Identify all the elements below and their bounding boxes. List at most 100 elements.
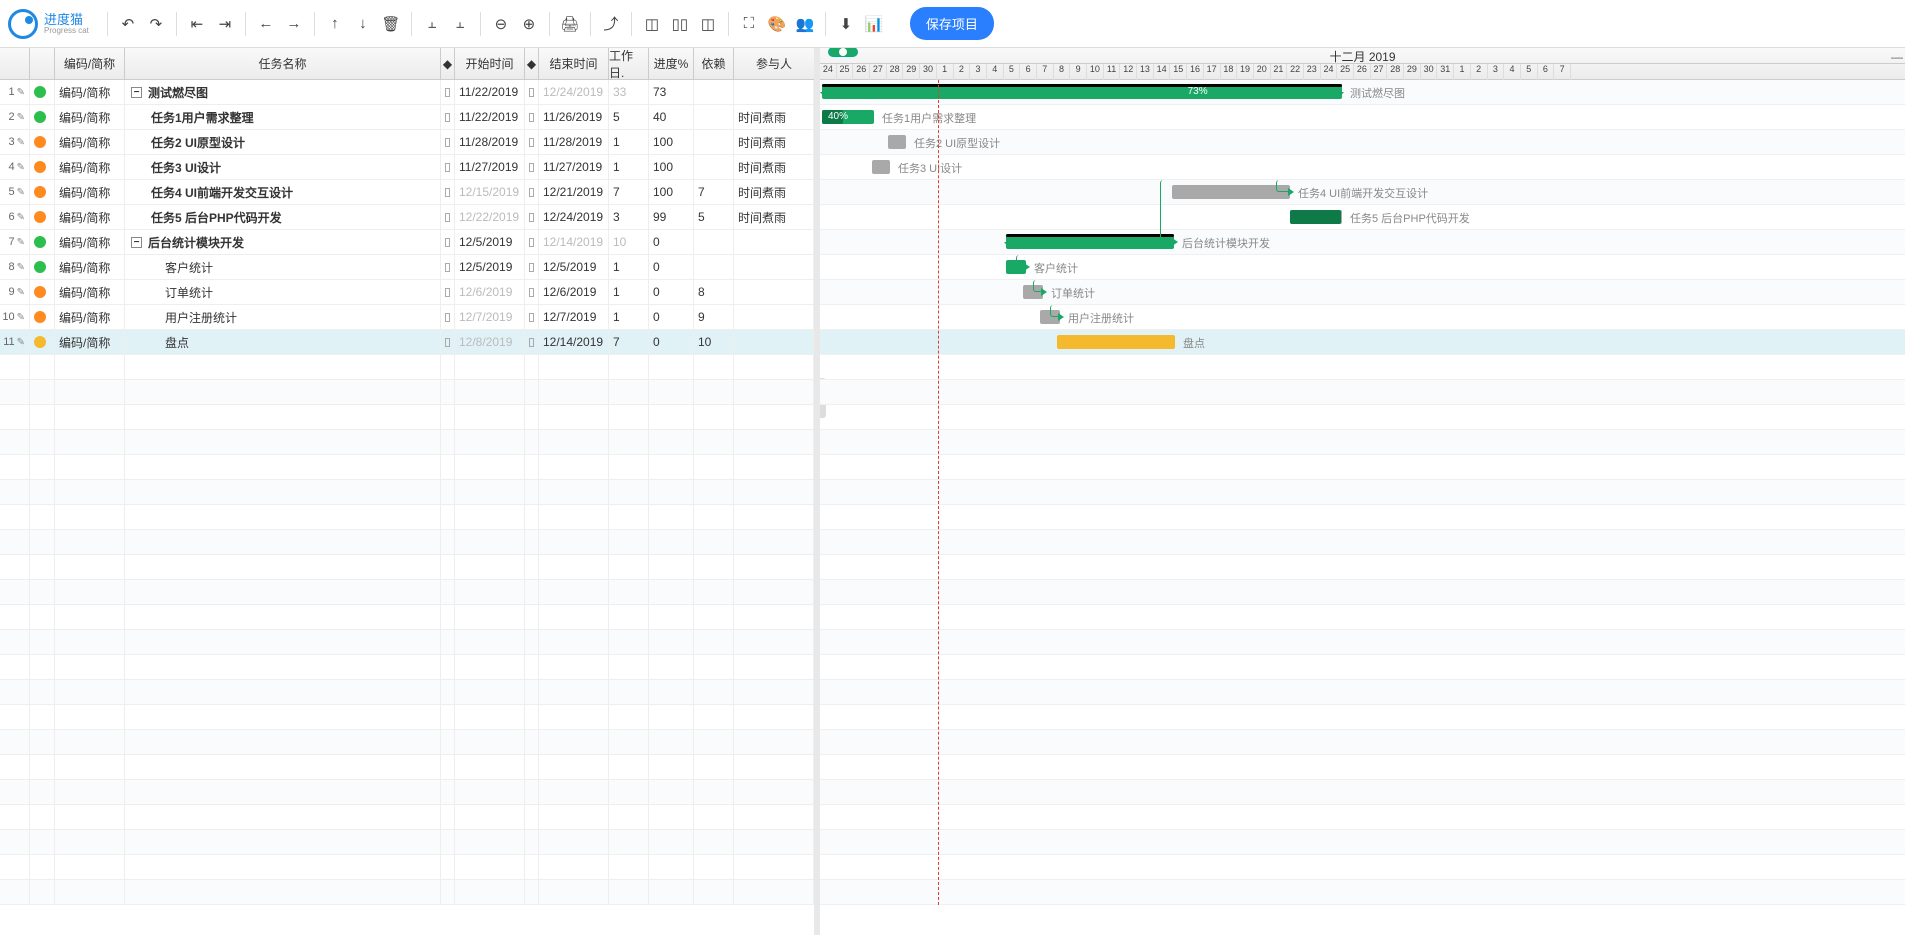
save-project-button[interactable]: 保存项目 <box>910 7 994 40</box>
edit-icon[interactable]: ✎ <box>17 137 25 148</box>
timeline-day[interactable]: 25 <box>1337 64 1354 80</box>
timeline-day[interactable]: 18 <box>1221 64 1238 80</box>
row-end[interactable]: 12/24/2019 <box>539 205 609 229</box>
row-name[interactable]: 订单统计 <box>125 280 441 304</box>
row-code[interactable]: 编码/简称 <box>55 330 125 354</box>
gantt-row[interactable]: 任务5 后台PHP代码开发 <box>820 205 1905 230</box>
timeline-day[interactable]: 6 <box>1020 64 1037 80</box>
timeline-day[interactable]: 16 <box>1187 64 1204 80</box>
row-lock-end[interactable] <box>525 255 539 279</box>
row-start[interactable]: 12/8/2019 <box>455 330 525 354</box>
row-who[interactable] <box>734 305 814 329</box>
gantt-task-bar[interactable] <box>1023 285 1043 299</box>
row-lock-end[interactable] <box>525 180 539 204</box>
row-name[interactable]: 任务2 UI原型设计 <box>125 130 441 154</box>
row-who[interactable] <box>734 280 814 304</box>
timeline-day[interactable]: 15 <box>1170 64 1187 80</box>
row-name[interactable]: 任务4 UI前端开发交互设计 <box>125 180 441 204</box>
gantt-row[interactable]: 任务2 UI原型设计 <box>820 130 1905 155</box>
move-right-icon[interactable]: → <box>282 10 306 38</box>
gantt-task-bar[interactable] <box>888 135 906 149</box>
col-code[interactable]: 编码/简称 <box>55 48 125 79</box>
edit-icon[interactable]: ✎ <box>17 262 25 273</box>
row-code[interactable]: 编码/简称 <box>55 180 125 204</box>
zoom-out-icon[interactable]: ⊖ <box>489 10 513 38</box>
edit-icon[interactable]: ✎ <box>17 212 25 223</box>
row-start[interactable]: 11/22/2019 <box>455 105 525 129</box>
edit-icon[interactable]: ✎ <box>17 312 25 323</box>
row-end[interactable]: 12/6/2019 <box>539 280 609 304</box>
timeline-day[interactable]: 24 <box>820 64 837 80</box>
row-progress[interactable]: 0 <box>649 280 694 304</box>
row-dep[interactable] <box>694 155 734 179</box>
row-days[interactable]: 7 <box>609 180 649 204</box>
print-icon[interactable]: 🖨 <box>558 10 582 38</box>
row-name[interactable]: 任务1用户需求整理 <box>125 105 441 129</box>
timeline-day[interactable]: 7 <box>1554 64 1571 80</box>
table-row[interactable]: 10✎编码/简称用户注册统计12/7/201912/7/2019109 <box>0 305 814 330</box>
row-end[interactable]: 11/26/2019 <box>539 105 609 129</box>
align-bottom-icon[interactable]: ⫠ <box>448 10 472 38</box>
row-who[interactable] <box>734 230 814 254</box>
row-days[interactable]: 1 <box>609 305 649 329</box>
row-code[interactable]: 编码/简称 <box>55 155 125 179</box>
row-end[interactable]: 12/7/2019 <box>539 305 609 329</box>
col-progress[interactable]: 进度% <box>649 48 694 79</box>
table-row[interactable]: 7✎编码/简称−后台统计模块开发12/5/201912/14/2019100 <box>0 230 814 255</box>
delete-icon[interactable]: 🗑 <box>379 10 403 38</box>
row-dep[interactable]: 8 <box>694 280 734 304</box>
expand-toggle-icon[interactable]: − <box>131 87 142 98</box>
row-code[interactable]: 编码/简称 <box>55 280 125 304</box>
row-who[interactable]: 时间煮雨 <box>734 130 814 154</box>
row-dep[interactable] <box>694 105 734 129</box>
timeline-day[interactable]: 20 <box>1254 64 1271 80</box>
timeline-day[interactable]: 28 <box>1387 64 1404 80</box>
row-progress[interactable]: 99 <box>649 205 694 229</box>
row-code[interactable]: 编码/简称 <box>55 305 125 329</box>
row-lock-end[interactable] <box>525 130 539 154</box>
row-end[interactable]: 12/14/2019 <box>539 230 609 254</box>
timeline-day[interactable]: 2 <box>1471 64 1488 80</box>
row-who[interactable] <box>734 255 814 279</box>
gantt-row[interactable]: 盘点 <box>820 330 1905 355</box>
timeline-day[interactable]: 8 <box>1054 64 1071 80</box>
row-days[interactable]: 1 <box>609 255 649 279</box>
timeline-day[interactable]: 29 <box>903 64 920 80</box>
table-row[interactable]: 3✎编码/简称任务2 UI原型设计11/28/201911/28/2019110… <box>0 130 814 155</box>
row-days[interactable]: 1 <box>609 280 649 304</box>
layout-1-icon[interactable]: ◫ <box>640 10 664 38</box>
row-dep[interactable]: 10 <box>694 330 734 354</box>
timeline-day[interactable]: 17 <box>1204 64 1221 80</box>
row-end[interactable]: 12/14/2019 <box>539 330 609 354</box>
row-dep[interactable] <box>694 230 734 254</box>
table-row[interactable]: 5✎编码/简称任务4 UI前端开发交互设计12/15/201912/21/201… <box>0 180 814 205</box>
row-who[interactable]: 时间煮雨 <box>734 155 814 179</box>
timeline-day[interactable]: 21 <box>1271 64 1288 80</box>
row-dep[interactable]: 9 <box>694 305 734 329</box>
edit-icon[interactable]: ✎ <box>17 162 25 173</box>
edit-icon[interactable]: ✎ <box>17 187 25 198</box>
row-progress[interactable]: 73 <box>649 80 694 104</box>
timeline-day[interactable]: 2 <box>954 64 971 80</box>
row-code[interactable]: 编码/简称 <box>55 105 125 129</box>
row-start[interactable]: 11/22/2019 <box>455 80 525 104</box>
row-end[interactable]: 11/28/2019 <box>539 130 609 154</box>
row-start[interactable]: 12/5/2019 <box>455 255 525 279</box>
row-dep[interactable] <box>694 80 734 104</box>
gantt-row[interactable]: 后台统计模块开发 <box>820 230 1905 255</box>
row-dep[interactable] <box>694 130 734 154</box>
row-start[interactable]: 11/27/2019 <box>455 155 525 179</box>
timeline-day[interactable]: 1 <box>937 64 954 80</box>
row-lock-end[interactable] <box>525 205 539 229</box>
excel-icon[interactable]: 📊 <box>862 10 886 38</box>
gantt-row[interactable]: 73%测试燃尽图 <box>820 80 1905 105</box>
edit-icon[interactable]: ✎ <box>17 87 25 98</box>
row-lock-start[interactable] <box>441 305 455 329</box>
gantt-parent-bar[interactable]: 73% <box>822 85 1342 99</box>
export-icon[interactable]: ⤴ <box>599 10 623 38</box>
table-row[interactable]: 8✎编码/简称客户统计12/5/201912/5/201910 <box>0 255 814 280</box>
row-end[interactable]: 11/27/2019 <box>539 155 609 179</box>
row-end[interactable]: 12/24/2019 <box>539 80 609 104</box>
layout-3-icon[interactable]: ◫ <box>696 10 720 38</box>
col-milestone-start[interactable]: ◆ <box>441 48 455 79</box>
